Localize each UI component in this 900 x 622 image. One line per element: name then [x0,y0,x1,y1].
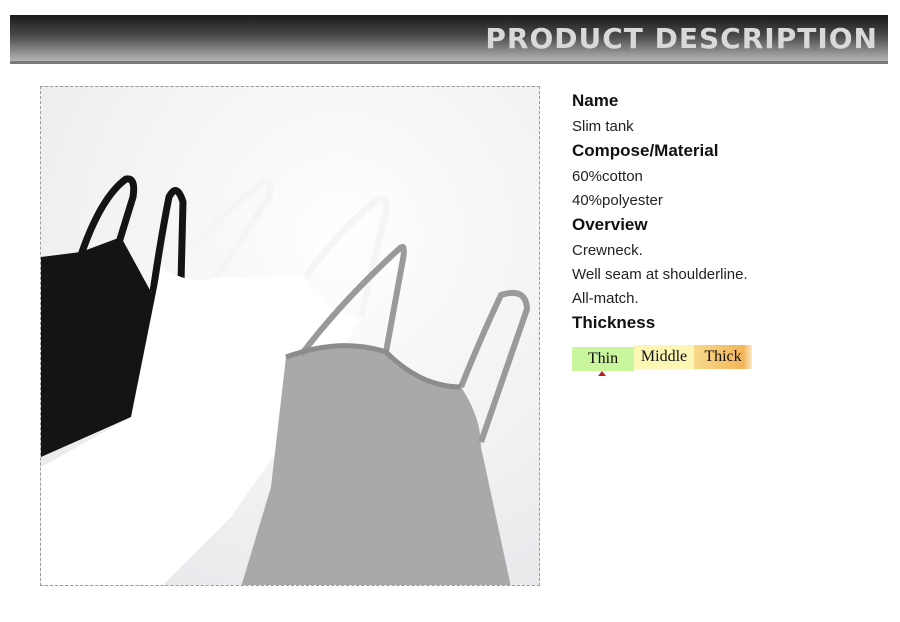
thickness-thin: Thin [572,347,634,371]
thickness-middle: Middle [634,345,694,369]
material-line: 40%polyester [572,192,663,209]
overview-line: Crewneck. [572,242,643,259]
product-description: Name Slim tank Compose/Material 60%cotto… [572,90,892,338]
material-heading: Compose/Material [572,141,719,160]
name-value: Slim tank [572,118,634,135]
thickness-scale: Thin Middle Thick [572,345,772,376]
thickness-thick: Thick [694,345,752,369]
banner-title: PRODUCT DESCRIPTION [485,22,878,55]
selected-marker-icon [598,371,606,376]
header-banner: PRODUCT DESCRIPTION [10,15,888,64]
overview-line: All-match. [572,290,639,307]
thickness-heading: Thickness [572,313,656,332]
overview-line: Well seam at shoulderline. [572,266,748,283]
tank-tops-illustration [41,175,531,585]
overview-heading: Overview [572,215,648,234]
material-line: 60%cotton [572,168,643,185]
name-heading: Name [572,91,619,110]
product-photo [40,86,540,586]
